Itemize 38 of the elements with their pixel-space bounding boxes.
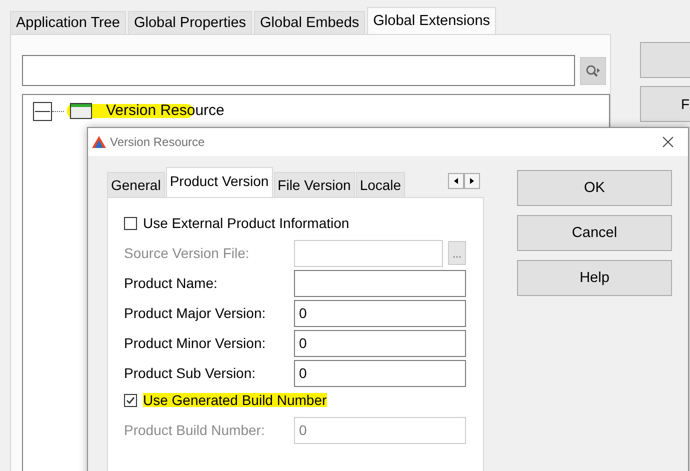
triangle-logo-icon xyxy=(92,136,106,148)
window-icon xyxy=(70,103,92,119)
collapse-toggle[interactable] xyxy=(33,102,52,120)
dialog-button[interactable]: Cancel xyxy=(517,215,672,251)
tab[interactable]: Locale xyxy=(356,172,406,197)
left-arrow-icon xyxy=(454,178,458,184)
dialog-button[interactable]: Help xyxy=(517,260,672,296)
scroll-right-button[interactable] xyxy=(464,172,480,188)
checkbox[interactable] xyxy=(124,216,137,230)
search-icon xyxy=(585,64,601,78)
scroll-left-button[interactable] xyxy=(448,172,464,188)
right-arrow-icon xyxy=(470,178,474,184)
tab[interactable]: Product Version xyxy=(166,167,273,197)
tab[interactable]: Application Tree xyxy=(10,11,126,34)
dialog-title: Version Resource xyxy=(110,135,205,149)
field-label: Product Sub Version: xyxy=(124,365,257,381)
close-icon[interactable] xyxy=(662,136,674,148)
field-label: Product Minor Version: xyxy=(124,335,267,351)
dialog-button[interactable]: OK xyxy=(517,170,672,206)
field-label: Product Name: xyxy=(124,275,218,291)
input-field[interactable]: 0 xyxy=(294,360,466,386)
checkbox-label: Use External Product Information xyxy=(143,214,350,233)
search-button[interactable] xyxy=(580,57,606,85)
field-label: Product Major Version: xyxy=(124,305,267,321)
tab[interactable]: File Version xyxy=(274,172,355,197)
field-label: Product Build Number: xyxy=(124,422,266,438)
input-field[interactable]: 0 xyxy=(294,330,466,356)
tab[interactable]: General xyxy=(107,172,165,197)
checkbox-label: Use Generated Build Number xyxy=(143,390,327,410)
input-field[interactable] xyxy=(294,270,466,296)
field-label: Source Version File: xyxy=(124,245,250,261)
search-field[interactable] xyxy=(22,55,575,86)
input-field[interactable]: 0 xyxy=(294,300,466,326)
tab[interactable]: Global Embeds xyxy=(254,11,366,34)
tab[interactable]: Global Properties xyxy=(128,11,252,34)
checkbox[interactable] xyxy=(124,394,137,406)
side-button[interactable]: F xyxy=(640,86,690,122)
tab[interactable]: Global Extensions xyxy=(367,7,496,34)
